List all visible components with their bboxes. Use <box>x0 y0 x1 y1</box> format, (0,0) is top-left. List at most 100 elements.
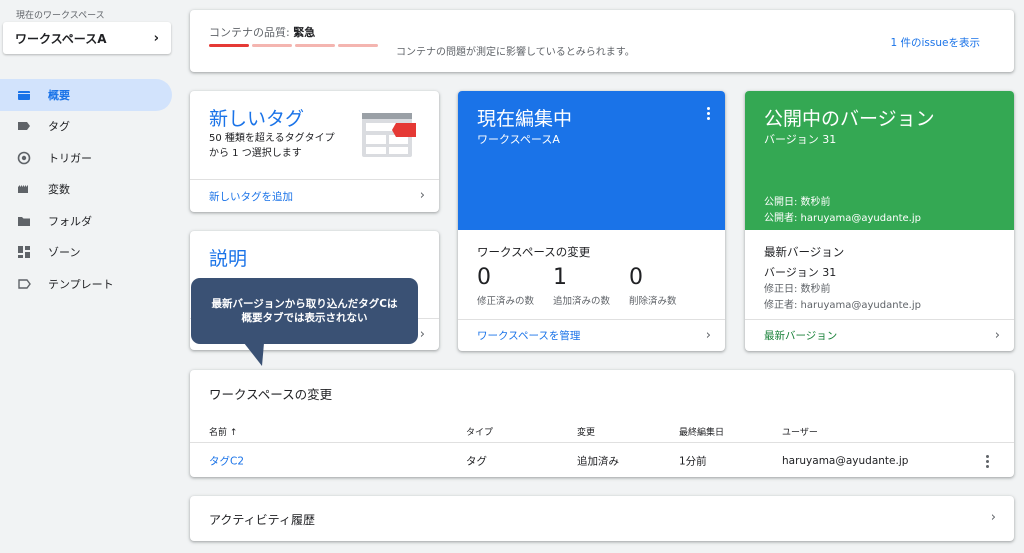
stat-deleted: 0 削除済み数 <box>629 265 705 307</box>
row-user: haruyama@ayudante.jp <box>782 454 909 467</box>
stat-value: 1 <box>553 265 567 290</box>
sidebar-item-variables[interactable]: 変数 <box>0 174 172 206</box>
quality-label: コンテナの品質: <box>209 26 290 39</box>
stat-modified: 0 修正済みの数 <box>477 265 553 307</box>
published-by: 公開者: haruyama@ayudante.jp <box>764 213 921 224</box>
stat-value: 0 <box>477 265 491 290</box>
chevron-right-icon: › <box>419 188 425 203</box>
table-header: 名前 ↑ タイプ 変更 最終編集日 ユーザー <box>190 421 1014 443</box>
column-header-change: 変更 <box>577 428 596 438</box>
column-header-last-edited: 最終編集日 <box>679 428 725 438</box>
workspace-label: 現在のワークスペース <box>16 11 105 21</box>
new-tag-card[interactable]: 新しいタグ 50 種類を超えるタグタイプから 1 つ選択します 新しいタグを追加… <box>190 91 439 212</box>
chevron-right-icon: › <box>419 327 425 342</box>
description-title: 説明 <box>209 248 248 270</box>
column-header-name[interactable]: 名前 ↑ <box>209 425 237 438</box>
row-name-link[interactable]: タグC2 <box>209 453 244 468</box>
published-version-card: 公開中のバージョン バージョン 31 公開日: 数秒前 公開者: haruyam… <box>745 91 1014 351</box>
published-version-number: バージョン 31 <box>764 133 837 146</box>
sidebar-item-label: フォルダ <box>48 214 92 228</box>
workspace-stats: 0 修正済みの数 1 追加済みの数 0 削除済み数 <box>477 265 705 307</box>
quality-message: コンテナの問題が測定に影響しているとみられます。 <box>396 47 635 58</box>
variable-icon <box>17 182 31 196</box>
new-tag-title: 新しいタグ <box>209 108 305 130</box>
sidebar-item-templates[interactable]: テンプレート <box>0 268 172 300</box>
workspace-selector[interactable]: ワークスペースA › <box>3 22 171 54</box>
trigger-icon <box>17 151 31 165</box>
annotation-callout: 最新バージョンから取り込んだタグCは 概要タブでは表示されない <box>191 278 418 344</box>
stat-label: 追加済みの数 <box>553 296 611 307</box>
new-tag-illustration-icon <box>362 113 418 163</box>
folder-icon <box>17 214 31 228</box>
workspace-changes-title: ワークスペースの変更 <box>477 245 591 259</box>
table-row: タグC2 タグ 追加済み 1分前 haruyama@ayudante.jp <box>190 444 1014 477</box>
sidebar-item-overview[interactable]: 概要 <box>0 79 172 111</box>
chevron-right-icon: › <box>153 30 159 46</box>
tag-icon <box>17 119 31 133</box>
callout-line: 概要タブでは表示されない <box>241 312 368 324</box>
sidebar-item-label: テンプレート <box>48 277 114 291</box>
quality-segment <box>338 44 378 47</box>
add-new-tag-label: 新しいタグを追加 <box>209 190 293 203</box>
current-workspace-title: 現在編集中 <box>477 108 573 130</box>
chevron-right-icon: › <box>990 510 996 525</box>
row-last-edited: 1分前 <box>679 455 707 467</box>
new-tag-description: 50 種類を超えるタグタイプから 1 つ選択します <box>209 133 335 159</box>
latest-version-link[interactable]: 最新バージョン › <box>745 319 1014 351</box>
more-vert-icon[interactable] <box>986 455 990 470</box>
latest-version-number: バージョン 31 <box>764 266 837 279</box>
container-quality-card: コンテナの品質: 緊急 コンテナの問題が測定に影響しているとみられます。 1 件… <box>190 10 1014 72</box>
published-version-header: 公開中のバージョン バージョン 31 公開日: 数秒前 公開者: haruyam… <box>745 91 1014 230</box>
chevron-right-icon: › <box>705 328 711 343</box>
chevron-right-icon: › <box>994 328 1000 343</box>
stat-added: 1 追加済みの数 <box>553 265 629 307</box>
sidebar-item-label: ゾーン <box>48 246 81 260</box>
stat-label: 削除済み数 <box>629 296 677 307</box>
zone-icon <box>17 245 31 259</box>
sidebar-item-tags[interactable]: タグ <box>0 111 172 143</box>
modified-by: 修正者: haruyama@ayudante.jp <box>764 300 921 311</box>
manage-workspaces-label: ワークスペースを管理 <box>477 330 581 342</box>
current-workspace-name: ワークスペースA <box>477 133 560 146</box>
view-issues-link[interactable]: 1 件のissueを表示 <box>891 35 981 50</box>
sidebar-item-label: 変数 <box>48 183 70 197</box>
modified-date: 修正日: 数秒前 <box>764 284 831 295</box>
folder-open-icon <box>17 88 31 102</box>
workspace-changes-table: ワークスペースの変更 名前 ↑ タイプ 変更 最終編集日 ユーザー タグC2 タ… <box>190 370 1014 477</box>
sidebar-item-label: トリガー <box>48 151 92 165</box>
latest-version-label: 最新バージョン <box>764 330 838 342</box>
callout-line: 最新バージョンから取り込んだタグCは <box>211 298 398 310</box>
column-header-type: タイプ <box>466 428 494 438</box>
column-header-user: ユーザー <box>782 428 818 438</box>
sidebar-item-folders[interactable]: フォルダ <box>0 205 172 237</box>
add-new-tag-link[interactable]: 新しいタグを追加 › <box>190 179 439 212</box>
stat-label: 修正済みの数 <box>477 296 535 307</box>
workspace-changes-heading: ワークスペースの変更 <box>209 387 333 402</box>
published-version-title: 公開中のバージョン <box>764 108 935 130</box>
latest-version-title: 最新バージョン <box>764 245 845 259</box>
quality-segment <box>209 44 249 47</box>
quality-title: コンテナの品質: 緊急 <box>209 24 315 40</box>
published-date: 公開日: 数秒前 <box>764 197 831 208</box>
sidebar-item-triggers[interactable]: トリガー <box>0 142 172 174</box>
current-workspace-card: 現在編集中 ワークスペースA ワークスペースの変更 0 修正済みの数 1 追加済… <box>458 91 725 351</box>
workspace-name: ワークスペースA <box>15 31 107 46</box>
manage-workspaces-link[interactable]: ワークスペースを管理 › <box>458 319 725 351</box>
quality-segment <box>252 44 292 47</box>
current-workspace-header: 現在編集中 ワークスペースA <box>458 91 725 230</box>
quality-meter <box>209 44 378 47</box>
activity-history-card[interactable]: アクティビティ履歴 › <box>190 496 1014 541</box>
quality-segment <box>295 44 335 47</box>
sidebar-item-zones[interactable]: ゾーン <box>0 237 172 269</box>
row-change: 追加済み <box>577 455 619 467</box>
activity-history-title: アクティビティ履歴 <box>209 513 315 527</box>
sidebar-item-label: 概要 <box>48 88 70 102</box>
row-type: タグ <box>466 455 487 467</box>
template-icon <box>17 277 31 291</box>
sidebar-nav: 概要 タグ トリガー 変数 フォルダ ゾーン テンプレート <box>0 79 172 300</box>
sidebar: 現在のワークスペース ワークスペースA › 概要 タグ トリガー 変数 フォルダ… <box>0 0 180 553</box>
more-vert-icon[interactable] <box>707 107 711 122</box>
sidebar-item-label: タグ <box>48 120 70 134</box>
stat-value: 0 <box>629 265 643 290</box>
quality-status: 緊急 <box>293 26 316 39</box>
